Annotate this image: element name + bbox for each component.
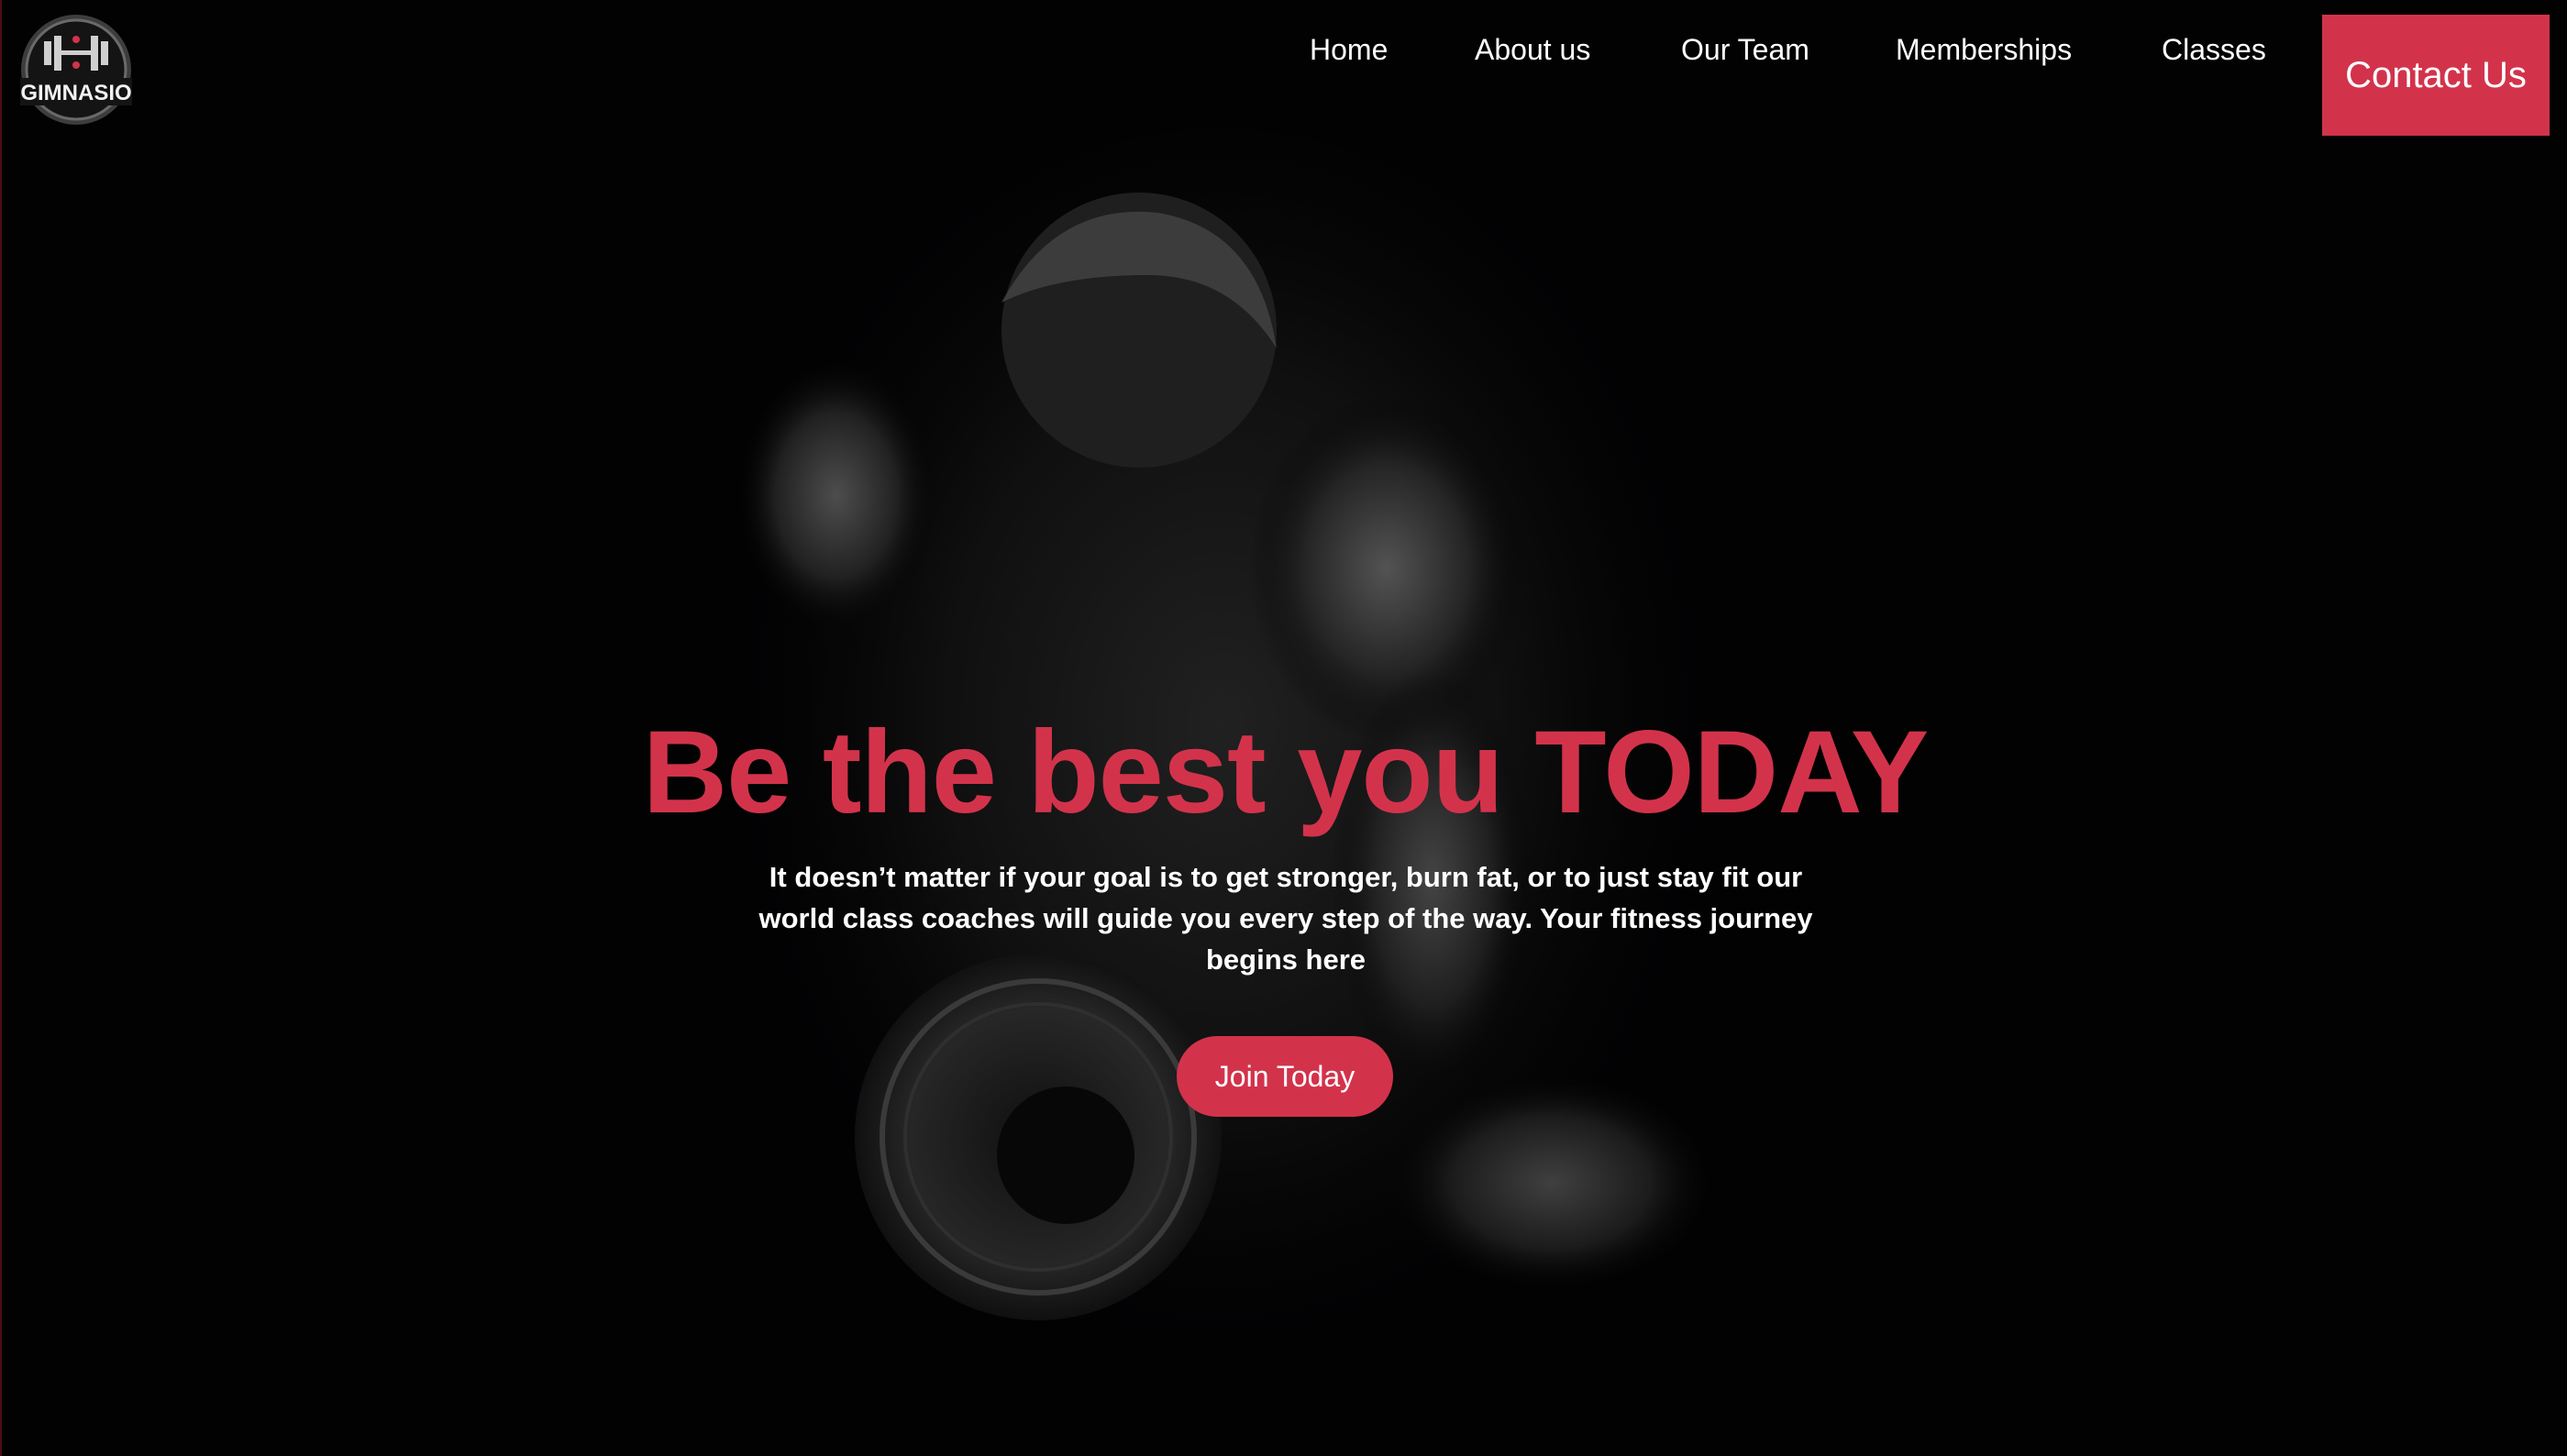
join-today-button[interactable]: Join Today (1177, 1036, 1393, 1117)
gym-logo[interactable]: GIMNASIO (20, 14, 132, 126)
svg-text:GIMNASIO: GIMNASIO (20, 81, 131, 105)
nav-our-team[interactable]: Our Team (1681, 33, 1809, 67)
contact-us-button[interactable]: Contact Us (2322, 15, 2550, 136)
nav-classes[interactable]: Classes (2162, 33, 2266, 67)
nav-about-us[interactable]: About us (1475, 33, 1590, 67)
hero-title: Be the best you TODAY (642, 707, 1930, 838)
nav-home[interactable]: Home (1310, 33, 1388, 67)
hero-description: It doesn’t matter if your goal is to get… (758, 861, 1813, 976)
landing-page: GIMNASIO Home About us Our Team Membersh… (0, 0, 2567, 1456)
nav-memberships[interactable]: Memberships (1896, 33, 2072, 67)
